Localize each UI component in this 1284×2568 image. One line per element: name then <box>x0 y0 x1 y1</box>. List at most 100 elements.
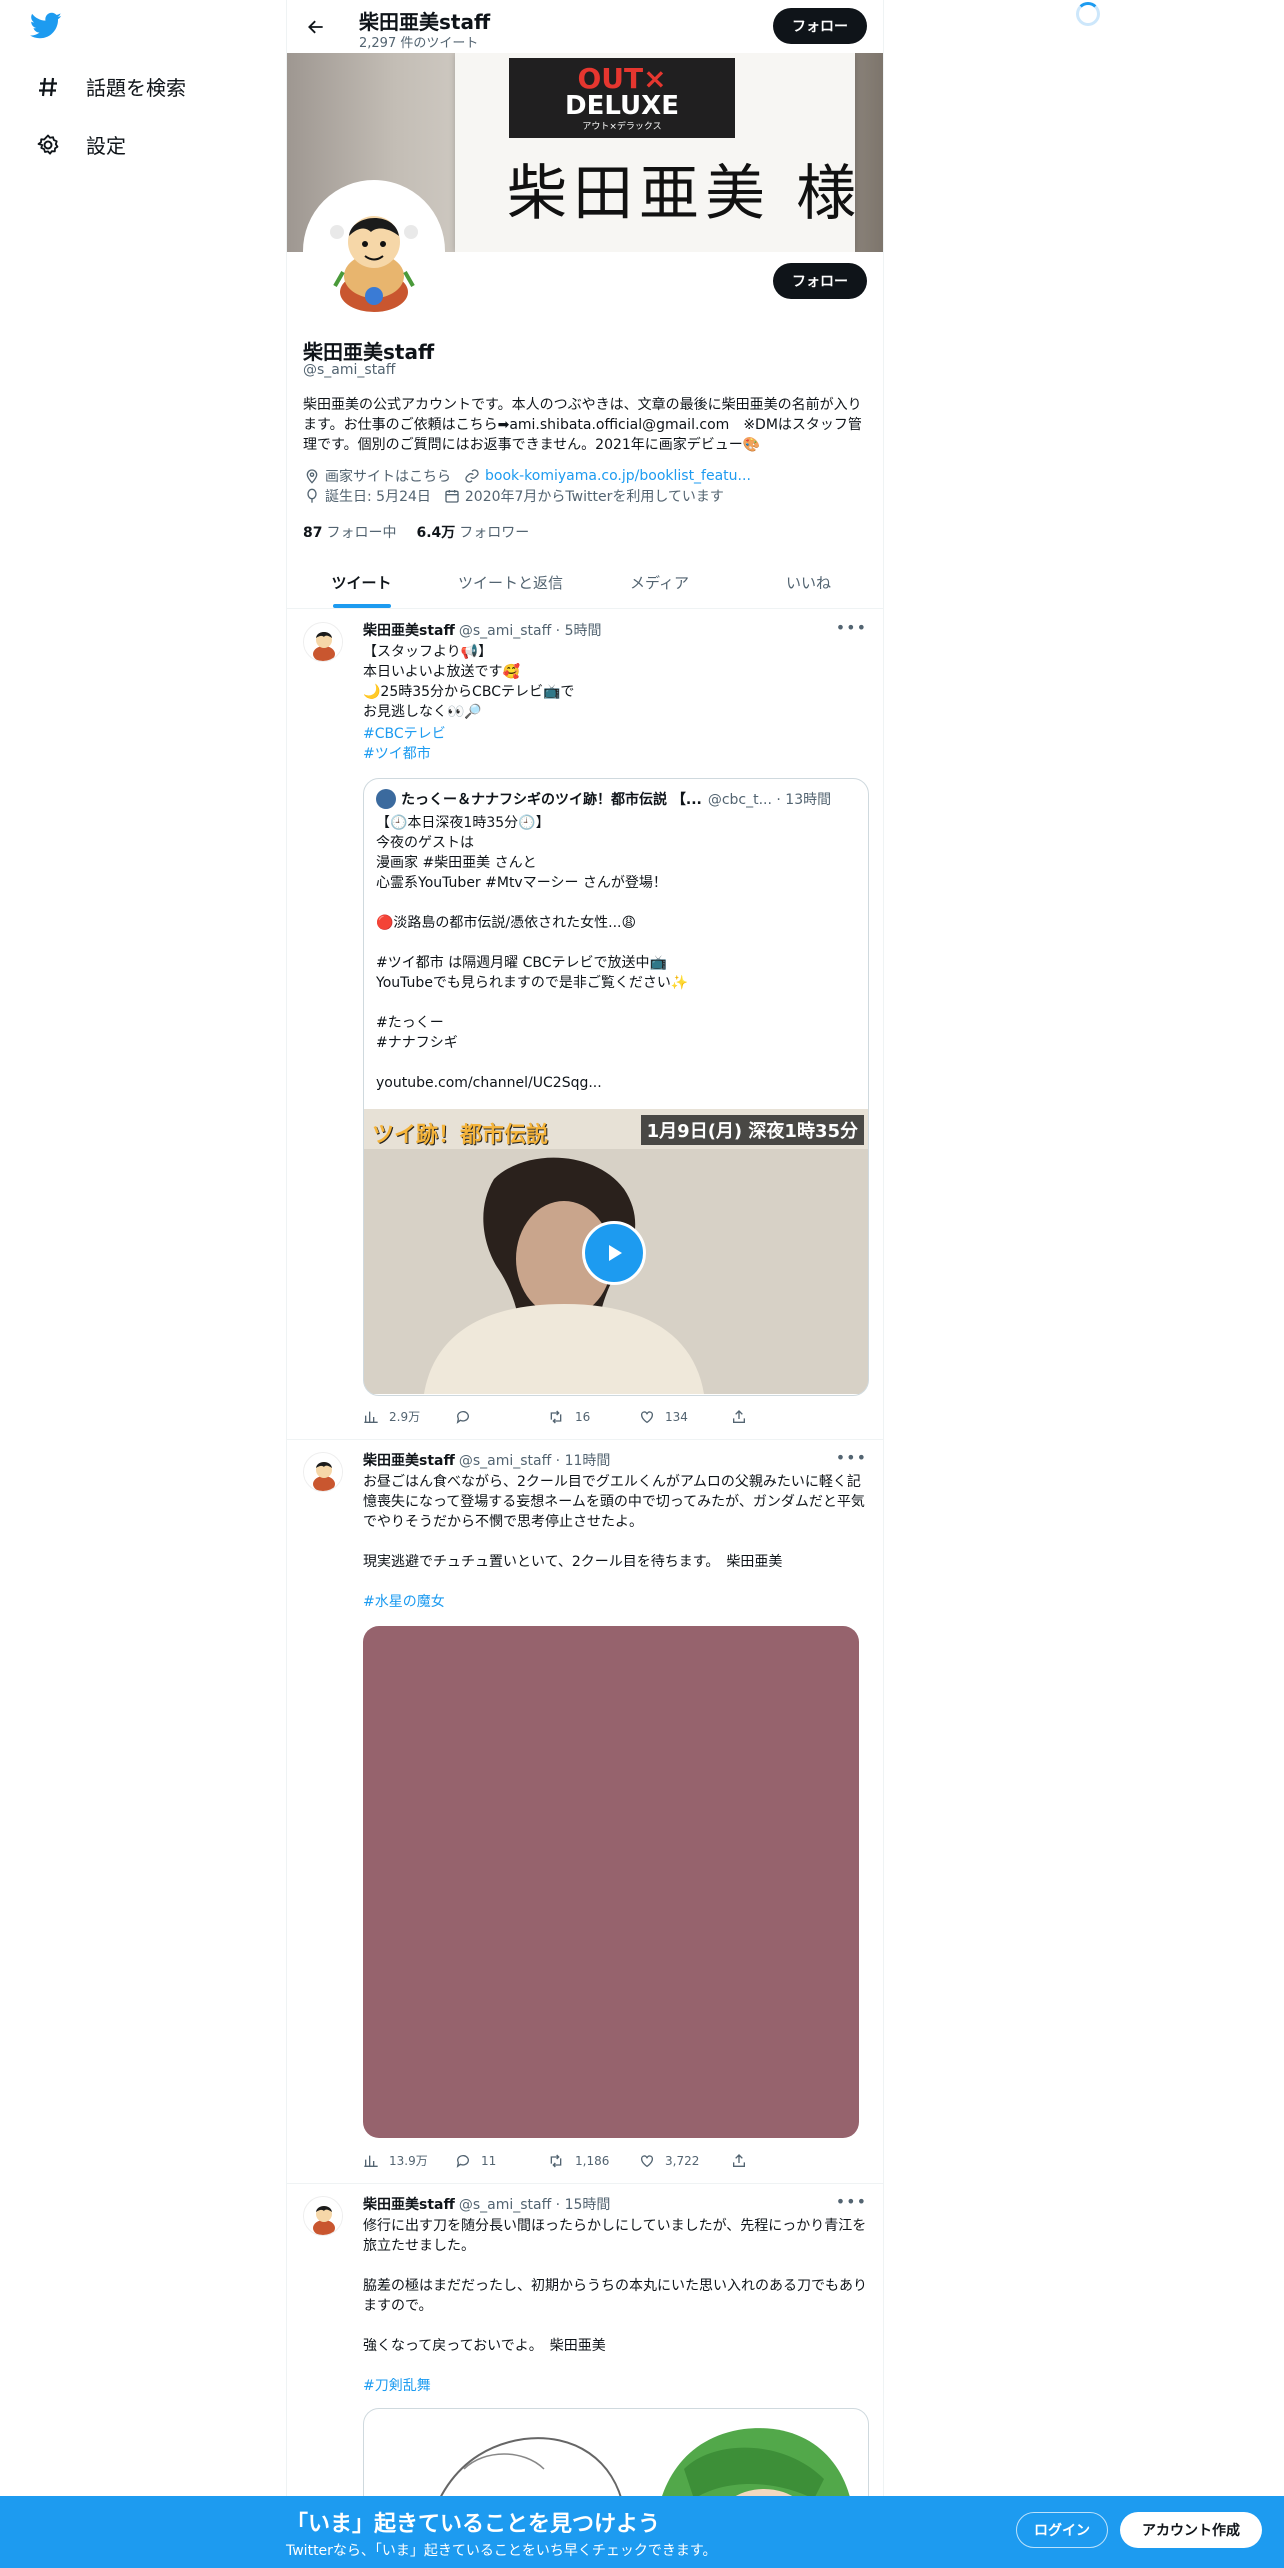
views-count: 2.9万 <box>389 1410 421 1424</box>
follow-button[interactable]: フォロー <box>773 263 867 299</box>
play-icon[interactable] <box>582 1221 646 1285</box>
views-icon <box>364 1411 378 1423</box>
signup-button[interactable]: アカウント作成 <box>1120 2512 1262 2548</box>
more-icon[interactable]: ••• <box>836 618 867 637</box>
video-show-title: ツイ跡！都市伝説 <box>372 1123 549 1148</box>
tweet-author-name[interactable]: 柴田亜美staff <box>363 1450 455 1470</box>
views-count: 13.9万 <box>389 2154 428 2168</box>
tweet-header: 柴田亜美staff @s_ami_staff · 11時間 <box>363 1450 610 1470</box>
retweet-count: 1,186 <box>575 2153 610 2168</box>
reply-action[interactable] <box>455 1408 547 1425</box>
quote-tweet-card[interactable]: たっくー＆ナナフシギのツイ跡！都市伝説 【... @cbc_t... · 13時… <box>363 778 869 1396</box>
header-tweet-count: 2,297 件のツイート <box>359 36 479 51</box>
top-header: 柴田亜美staff 2,297 件のツイート フォロー <box>287 0 883 53</box>
sidebar: 話題を検索 設定 <box>0 0 286 2568</box>
tweet-text: お昼ごはん食べながら、2クール目でグエルくんがアムロの父親みたいに軽く記憶喪失に… <box>363 1474 865 1570</box>
tweet-handle-time: @s_ami_staff · 15時間 <box>458 2197 611 2213</box>
profile-meta-row-2: 誕生日: 5月24日 2020年7月からTwitterを利用しています <box>303 486 736 506</box>
prompt-title: 「いま」起きていることを見つけよう <box>286 2512 661 2537</box>
sidebar-item-settings[interactable]: 設定 <box>34 130 126 159</box>
profile-name: 柴田亜美staff <box>303 340 435 364</box>
reply-icon <box>456 1410 469 1424</box>
tweet-handle-time: @s_ami_staff · 5時間 <box>458 623 602 639</box>
gear-icon <box>34 131 62 159</box>
tweet-author-name[interactable]: 柴田亜美staff <box>363 620 455 640</box>
tweet-hashtags: #CBCテレビ #ツイ都市 <box>363 724 446 764</box>
tab-media[interactable]: メディア <box>585 556 734 608</box>
video-air-date: 1月9日(月) 深夜1時35分 <box>640 1115 864 1145</box>
retweet-icon <box>550 1410 562 1423</box>
tweet-author-name[interactable]: 柴田亜美staff <box>363 2194 455 2214</box>
profile-website-link[interactable]: book-komiyama.co.jp/booklist_featu... <box>485 468 751 484</box>
hashtag-link[interactable]: #刀剣乱舞 <box>363 2376 431 2396</box>
like-action[interactable]: 3,722 <box>639 2152 731 2169</box>
sidebar-item-explore[interactable]: 話題を検索 <box>34 72 186 101</box>
login-button[interactable]: ログイン <box>1016 2512 1108 2548</box>
views-action[interactable]: 13.9万 <box>363 2152 455 2169</box>
loading-spinner-icon <box>1076 2 1100 26</box>
banner-logo-bottom: DELUXE <box>565 90 679 121</box>
profile-birthday-text: 誕生日: 5月24日 <box>325 489 431 505</box>
header-follow-button[interactable]: フォロー <box>773 8 867 44</box>
banner-sign-text: 柴田亜美 様 <box>507 159 863 229</box>
profile-handle: @s_ami_staff <box>303 362 396 378</box>
reply-icon <box>456 2154 469 2168</box>
calendar-icon <box>443 487 461 505</box>
profile-birthday: 誕生日: 5月24日 <box>303 486 431 506</box>
followers-count: 6.4万 <box>416 525 456 541</box>
tab-tweets[interactable]: ツイート <box>287 556 436 608</box>
profile-avatar[interactable] <box>303 180 445 322</box>
like-action[interactable]: 134 <box>639 1408 731 1425</box>
quote-text: 【🕘本日深夜1時35分🕘】 今夜のゲストは 漫画家 #柴田亜美 さんと 心霊系Y… <box>376 815 689 1091</box>
tweet-header: 柴田亜美staff @s_ami_staff · 5時間 <box>363 620 602 640</box>
following-stat[interactable]: 87 フォロー中 <box>303 522 396 542</box>
quote-video[interactable]: ツイ跡！都市伝説 1月9日(月) 深夜1時35分 <box>364 1109 868 1394</box>
back-arrow-icon[interactable] <box>301 12 331 42</box>
reply-action[interactable]: 11 <box>455 2152 547 2169</box>
hashtag-link[interactable]: #水星の魔女 <box>363 1592 445 1612</box>
heart-icon <box>641 1410 653 1423</box>
followers-label: フォロワー <box>459 525 530 541</box>
tweet-text: 修行に出す刀を随分長い間ほったらかしにしていましたが、先程にっかり青江を旅立たせ… <box>363 2218 867 2354</box>
retweet-action[interactable]: 16 <box>547 1408 639 1425</box>
more-icon[interactable]: ••• <box>836 2192 867 2211</box>
retweet-icon <box>550 2154 562 2167</box>
profile-joined-text: 2020年7月からTwitterを利用しています <box>464 489 724 505</box>
tweet-actions: 2.9万 16 134 <box>363 1408 823 1425</box>
twitter-logo-icon[interactable] <box>29 12 66 44</box>
following-label: フォロー中 <box>326 525 397 541</box>
tweet-hashtags: #水星の魔女 <box>363 1592 445 1612</box>
tweet[interactable]: 柴田亜美staff @s_ami_staff · 11時間 ••• お昼ごはん食… <box>287 1440 883 2184</box>
share-action[interactable] <box>731 1408 823 1425</box>
share-action[interactable] <box>731 2152 823 2169</box>
tweet-avatar[interactable] <box>303 1452 343 1492</box>
tab-likes[interactable]: いいね <box>734 556 883 608</box>
tweet-avatar[interactable] <box>303 2196 343 2236</box>
profile-website[interactable]: book-komiyama.co.jp/booklist_featu... <box>463 467 751 485</box>
tweet[interactable]: 柴田亜美staff @s_ami_staff · 5時間 ••• 【スタッフより… <box>287 610 883 1440</box>
tweet-header: 柴田亜美staff @s_ami_staff · 15時間 <box>363 2194 610 2214</box>
retweet-action[interactable]: 1,186 <box>547 2152 639 2169</box>
prompt-subtitle: Twitterなら、「いま」起きていることをいち早くチェックできます。 <box>286 2543 717 2559</box>
following-count: 87 <box>303 525 323 541</box>
like-count: 134 <box>665 1409 688 1424</box>
header-name: 柴田亜美staff <box>359 10 491 34</box>
more-icon[interactable]: ••• <box>836 1448 867 1467</box>
share-icon <box>733 1409 745 1423</box>
hashtag-link[interactable]: #ツイ都市 <box>363 744 446 764</box>
profile-location-text: 画家サイトはこちら <box>325 469 451 485</box>
tweet-image[interactable] <box>363 1626 859 2138</box>
share-icon <box>733 2153 745 2167</box>
retweet-count: 16 <box>575 1409 591 1424</box>
location-pin-icon <box>303 467 321 485</box>
quote-handle-time: @cbc_t... · 13時間 <box>707 792 832 808</box>
balloon-icon <box>303 487 321 505</box>
tweet-avatar[interactable] <box>303 622 343 662</box>
profile-tabs: ツイート ツイートと返信 メディア いいね <box>287 556 883 609</box>
views-action[interactable]: 2.9万 <box>363 1408 455 1425</box>
quote-header: たっくー＆ナナフシギのツイ跡！都市伝説 【... @cbc_t... · 13時… <box>376 789 831 809</box>
tab-tweets-replies[interactable]: ツイートと返信 <box>436 556 585 608</box>
hashtag-link[interactable]: #CBCテレビ <box>363 724 446 744</box>
profile-location: 画家サイトはこちら <box>303 466 451 486</box>
followers-stat[interactable]: 6.4万 フォロワー <box>416 522 529 542</box>
